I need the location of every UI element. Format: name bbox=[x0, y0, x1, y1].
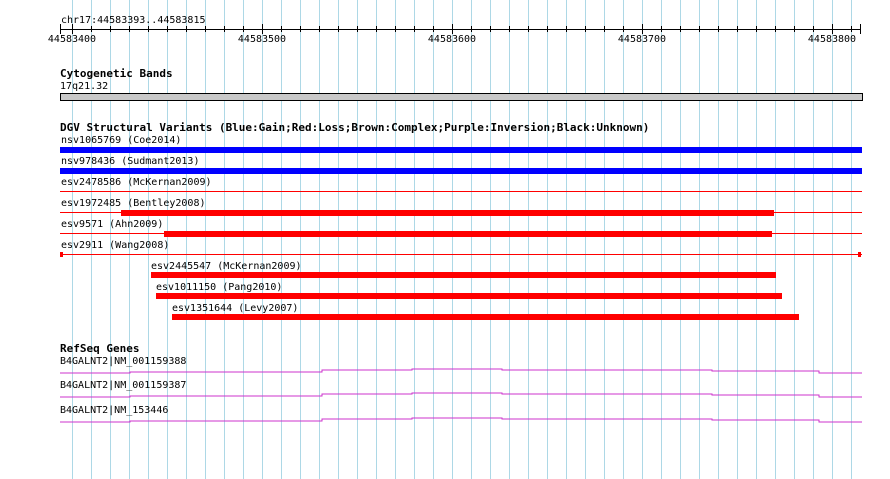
variant-bar-loss[interactable] bbox=[156, 293, 782, 299]
variant-line-loss[interactable] bbox=[60, 254, 862, 255]
cytoband-track-title: Cytogenetic Bands bbox=[60, 67, 173, 80]
variant-bar-loss[interactable] bbox=[151, 272, 776, 278]
variant-label[interactable]: nsv978436 (Sudmant2013) bbox=[61, 156, 199, 167]
variant-bar-gain[interactable] bbox=[60, 147, 862, 153]
variant-label[interactable]: esv1011150 (Pang2010) bbox=[156, 282, 282, 293]
variant-end-cap-right bbox=[858, 252, 861, 257]
variant-bar-loss[interactable] bbox=[172, 314, 799, 320]
gene-model[interactable] bbox=[0, 390, 890, 400]
ruler-tick-label: 44583800 bbox=[807, 34, 857, 45]
variant-label[interactable]: esv2478586 (McKernan2009) bbox=[61, 177, 212, 188]
cytoband-bar[interactable] bbox=[60, 93, 863, 101]
genome-browser-view: chr17:44583393..44583815 44583400 445835… bbox=[0, 0, 890, 479]
ruler-tick-label: 44583700 bbox=[617, 34, 667, 45]
variant-label[interactable]: esv1972485 (Bentley2008) bbox=[61, 198, 206, 209]
variant-label[interactable]: esv2911 (Wang2008) bbox=[61, 240, 169, 251]
gene-model[interactable] bbox=[0, 366, 890, 376]
variant-label[interactable]: esv1351644 (Levy2007) bbox=[172, 303, 298, 314]
variant-bar-loss[interactable] bbox=[164, 231, 772, 237]
refseq-track-title: RefSeq Genes bbox=[60, 342, 140, 355]
ruler-tick-label: 44583400 bbox=[47, 34, 97, 45]
variant-bar-loss[interactable] bbox=[121, 210, 774, 216]
gene-model[interactable] bbox=[0, 415, 890, 425]
variant-label[interactable]: nsv1065769 (Coe2014) bbox=[61, 135, 181, 146]
cytoband-label: 17q21.32 bbox=[60, 81, 109, 92]
variant-label[interactable]: esv9571 (Ahn2009) bbox=[61, 219, 163, 230]
ruler-line bbox=[60, 29, 860, 30]
variant-bar-gain[interactable] bbox=[60, 168, 862, 174]
ruler-tick-label: 44583600 bbox=[427, 34, 477, 45]
ruler-tick-label: 44583500 bbox=[237, 34, 287, 45]
dgv-track-title: DGV Structural Variants (Blue:Gain;Red:L… bbox=[60, 121, 650, 134]
variant-label[interactable]: esv2445547 (McKernan2009) bbox=[151, 261, 302, 272]
variant-line-loss[interactable] bbox=[60, 191, 862, 192]
region-label: chr17:44583393..44583815 bbox=[61, 15, 206, 26]
variant-end-cap-left bbox=[60, 252, 63, 257]
